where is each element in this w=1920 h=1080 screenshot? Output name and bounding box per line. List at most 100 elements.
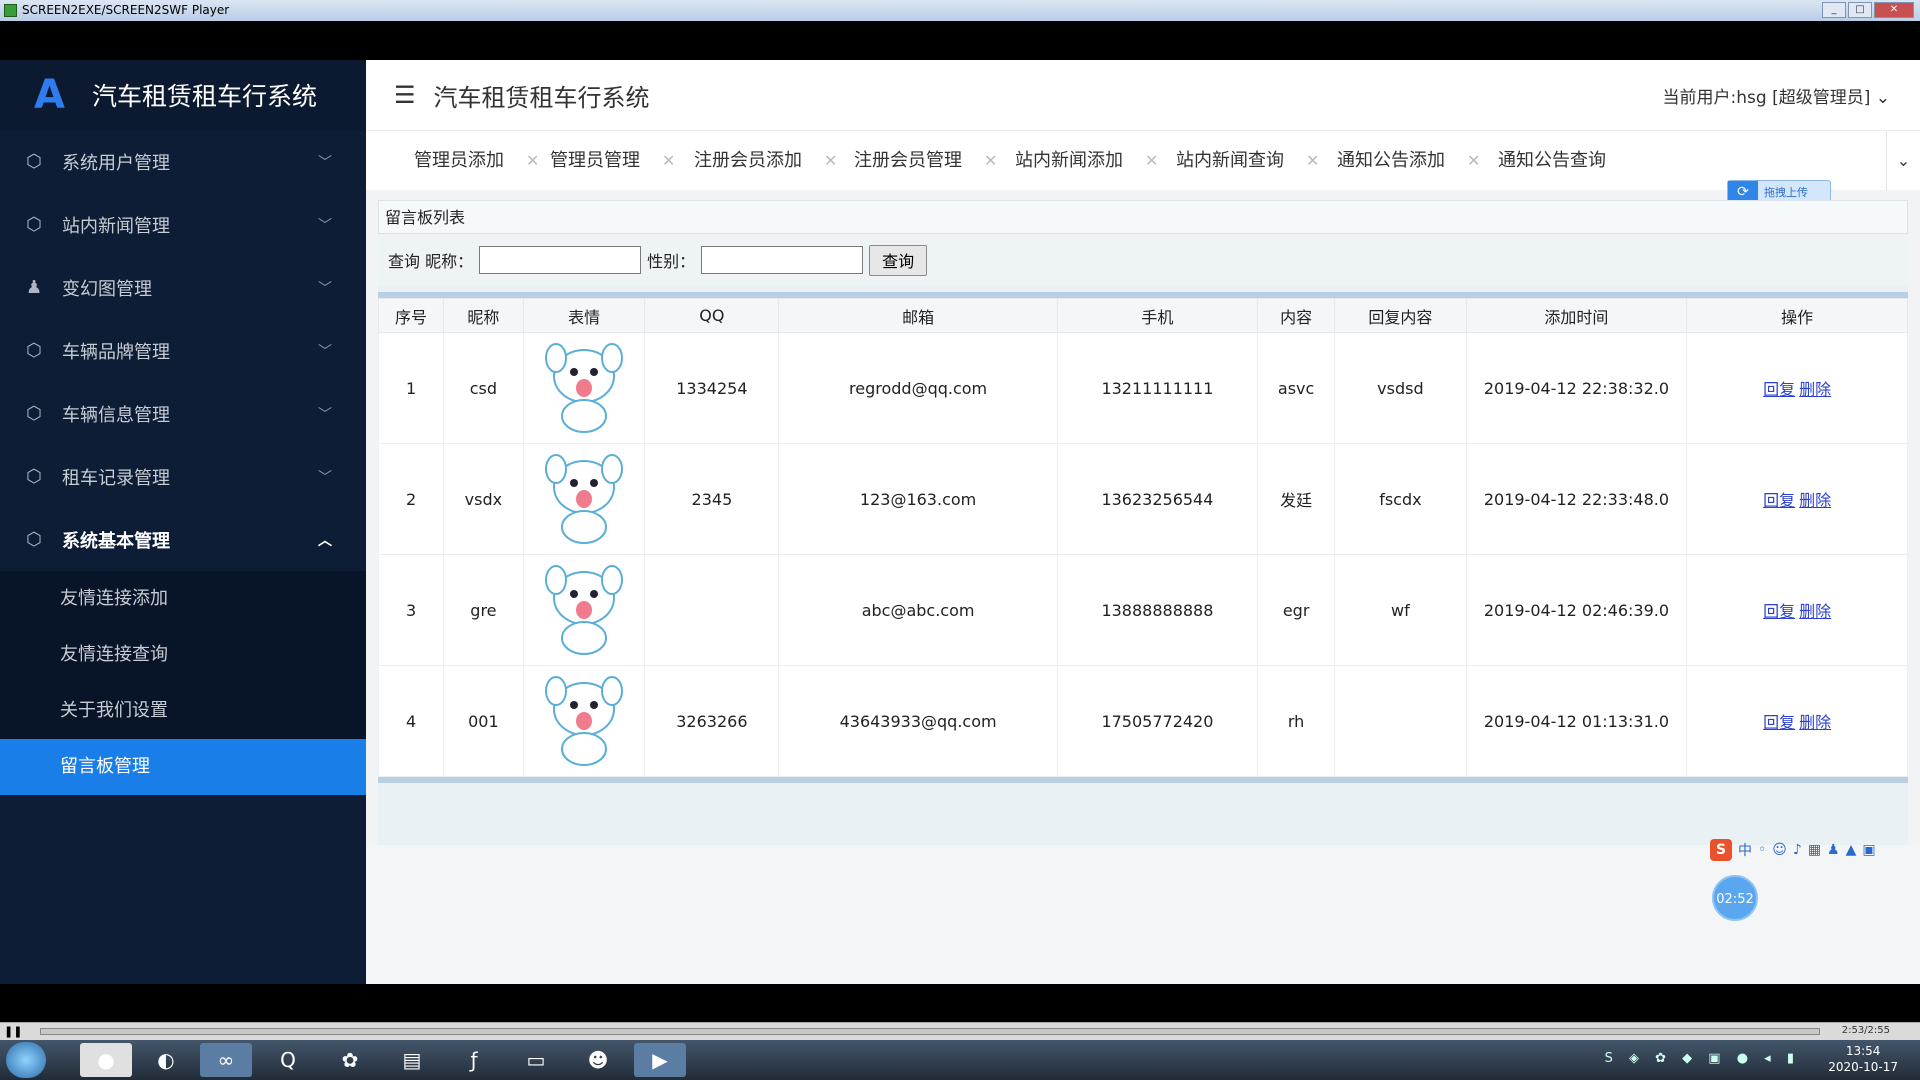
cell-reply — [1334, 665, 1467, 777]
progress-track[interactable] — [40, 1028, 1820, 1035]
close-icon[interactable]: ✕ — [984, 151, 997, 170]
tab-item[interactable]: 通知公告查询 — [1498, 131, 1606, 191]
qq-icon[interactable]: ☻ — [572, 1043, 624, 1077]
punctuation-icon[interactable]: ◦ — [1758, 842, 1766, 858]
close-button[interactable]: ✕ — [1874, 2, 1914, 18]
cell-reply: vsdsd — [1334, 332, 1467, 444]
qq-browser-icon[interactable]: Q — [262, 1043, 314, 1077]
close-icon[interactable]: ✕ — [824, 151, 837, 170]
reply-link[interactable]: 回复 — [1763, 602, 1795, 621]
minimize-button[interactable]: _ — [1822, 2, 1846, 18]
flash-icon[interactable]: ƒ — [448, 1043, 500, 1077]
chevron-up-icon: ︿ — [318, 532, 332, 549]
submenu-item[interactable]: 留言板管理 — [0, 739, 366, 795]
reply-link[interactable]: 回复 — [1763, 491, 1795, 510]
tab-item[interactable]: 注册会员添加 ✕ — [694, 131, 837, 191]
logo-icon: A — [34, 72, 65, 118]
close-icon[interactable]: ✕ — [662, 151, 675, 170]
table-header-row: 序号 昵称 表情 QQ 邮箱 手机 内容 回复内容 添加时间 操作 — [377, 298, 1908, 333]
sidebar-item-1[interactable]: ⬡ 站内新闻管理 ﹀ — [0, 193, 366, 256]
close-icon[interactable]: ✕ — [1306, 151, 1319, 170]
sogou-ime-icon[interactable]: S — [1710, 839, 1732, 861]
tab-item[interactable]: 站内新闻查询 ✕ — [1176, 131, 1319, 191]
column-header: 内容 — [1257, 298, 1336, 333]
cube-icon: ⬡ — [26, 466, 42, 487]
microphone-icon[interactable]: ♪ — [1793, 842, 1802, 858]
user-icon: ♟ — [26, 277, 43, 298]
sidebar-item-6[interactable]: ⬡ 系统基本管理 ︿ — [0, 508, 366, 571]
delete-link[interactable]: 删除 — [1799, 380, 1831, 399]
sidebar-item-2[interactable]: ♟ 变幻图管理 ﹀ — [0, 256, 366, 319]
cell-time: 2019-04-12 22:33:48.0 — [1465, 443, 1688, 555]
recording-timer[interactable]: 02:52 — [1712, 875, 1758, 921]
maximize-button[interactable]: □ — [1848, 2, 1872, 18]
cell-email: regrodd@qq.com — [778, 332, 1058, 444]
keyboard-icon[interactable]: ▦ — [1808, 842, 1821, 858]
cell-emoticon — [522, 665, 646, 777]
eclipse-icon[interactable]: ◐ — [140, 1043, 192, 1077]
cell-time: 2019-04-12 22:38:32.0 — [1465, 332, 1688, 444]
close-icon[interactable]: ✕ — [526, 151, 539, 170]
delete-link[interactable]: 删除 — [1799, 602, 1831, 621]
360-icon[interactable]: ✿ — [324, 1043, 376, 1077]
panel-title: 留言板列表 — [378, 200, 1908, 234]
notepad-icon[interactable]: ▤ — [386, 1043, 438, 1077]
sidebar: A 汽车租赁租车行系统 ⬡ 系统用户管理 ﹀ ⬡ 站内新闻管理 ﹀ ♟ 变幻图管理 ﹀ ⬡ 车辆品牌… — [0, 60, 366, 984]
tab-label: 通知公告添加 — [1337, 150, 1445, 171]
screen-player-icon[interactable]: ▶ — [634, 1043, 686, 1077]
sidebar-item-label: 站内新闻管理 — [62, 215, 170, 237]
tabs-more-chevron-icon[interactable]: ⌄ — [1886, 131, 1920, 191]
tab-item[interactable]: 站内新闻添加 ✕ — [1015, 131, 1158, 191]
submenu-item[interactable]: 关于我们设置 — [0, 683, 366, 739]
submenu-item[interactable]: 友情连接添加 — [0, 571, 366, 627]
reply-link[interactable]: 回复 — [1763, 713, 1795, 732]
user-icon[interactable]: ♟ — [1827, 842, 1840, 858]
sidebar-item-0[interactable]: ⬡ 系统用户管理 ﹀ — [0, 130, 366, 193]
menu-toggle-icon[interactable]: ☰ — [394, 81, 416, 109]
system-tray[interactable]: S ◈ ✿ ◆ ▣ ● ◂ ▮ — [1605, 1051, 1800, 1066]
sidebar-item-4[interactable]: ⬡ 车辆信息管理 ﹀ — [0, 382, 366, 445]
gender-input[interactable] — [701, 246, 864, 274]
tab-item[interactable]: 通知公告添加 ✕ — [1337, 131, 1480, 191]
start-button-icon[interactable] — [6, 1042, 46, 1078]
skin-icon[interactable]: ▲ — [1846, 842, 1857, 858]
windows-taskbar: ● ◐ ∞ Q ✿ ▤ ƒ ▭ ☻ ▶ S ◈ ✿ ◆ ▣ ● ◂ ▮ 13:5… — [0, 1040, 1920, 1080]
chrome-icon[interactable]: ● — [80, 1043, 132, 1077]
cell-time: 2019-04-12 02:46:39.0 — [1465, 554, 1688, 666]
grid-icon[interactable]: ▣ — [1862, 842, 1875, 858]
tab-label: 站内新闻添加 — [1015, 150, 1123, 171]
cell-actions: 回复 删除 — [1686, 665, 1908, 777]
sidebar-item-3[interactable]: ⬡ 车辆品牌管理 ﹀ — [0, 319, 366, 382]
player-progress-bar[interactable]: ❚❚ 2:53/2:55 — [0, 1022, 1920, 1040]
tab-item[interactable]: 管理员管理 ✕ — [550, 131, 675, 191]
submenu-item[interactable]: 友情连接查询 — [0, 627, 366, 683]
cell-emoticon — [522, 443, 646, 555]
sidebar-item-5[interactable]: ⬡ 租车记录管理 ﹀ — [0, 445, 366, 508]
cell-content: egr — [1257, 554, 1336, 666]
delete-link[interactable]: 删除 — [1799, 491, 1831, 510]
sidebar-item-label: 车辆信息管理 — [62, 404, 170, 426]
ime-mode[interactable]: 中 — [1738, 840, 1752, 860]
sidebar-menu: ⬡ 系统用户管理 ﹀ ⬡ 站内新闻管理 ﹀ ♟ 变幻图管理 ﹀ ⬡ 车辆品牌管理 ﹀ ⬡ 车辆信息管理 ﹀ ⬡… — [0, 130, 366, 571]
current-user-dropdown[interactable]: 当前用户:hsg [超级管理员] ⌄ — [1663, 83, 1890, 108]
baidu-netdisk-icon[interactable]: ∞ — [200, 1043, 252, 1077]
cell-email: 123@163.com — [778, 443, 1058, 555]
tab-label: 管理员添加 — [414, 150, 504, 171]
taskbar-clock[interactable]: 13:54 2020-10-17 — [1828, 1043, 1898, 1075]
cell-emoticon — [522, 332, 646, 444]
nickname-input[interactable] — [479, 246, 642, 274]
folder-icon[interactable]: ▭ — [510, 1043, 562, 1077]
window-controls: _ □ ✕ — [1822, 2, 1914, 18]
column-header: 邮箱 — [778, 298, 1058, 333]
pause-icon[interactable]: ❚❚ — [4, 1025, 22, 1038]
close-icon[interactable]: ✕ — [1145, 151, 1158, 170]
tab-item[interactable]: 注册会员管理 ✕ — [854, 131, 997, 191]
query-button[interactable]: 查询 — [869, 244, 928, 276]
emoji-icon[interactable]: ☺ — [1772, 842, 1787, 858]
close-icon[interactable]: ✕ — [1467, 151, 1480, 170]
reply-link[interactable]: 回复 — [1763, 380, 1795, 399]
tab-item[interactable]: 管理员添加 ✕ — [414, 131, 539, 191]
cell-nickname: gre — [443, 554, 524, 666]
sidebar-item-label: 租车记录管理 — [62, 467, 170, 489]
delete-link[interactable]: 删除 — [1799, 713, 1831, 732]
